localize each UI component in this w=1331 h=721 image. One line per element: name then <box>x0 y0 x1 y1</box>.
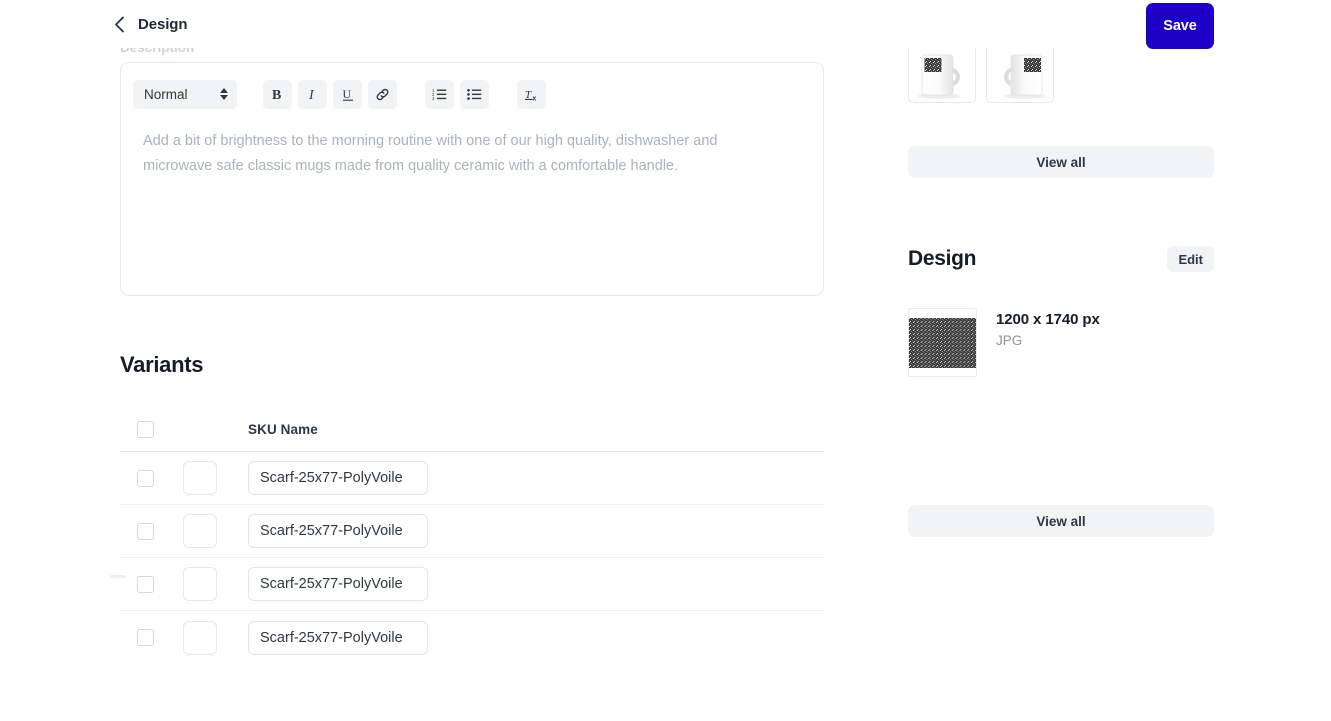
page-title: Design <box>138 15 188 33</box>
select-all-cell <box>120 421 183 438</box>
save-button[interactable]: Save <box>1146 3 1214 49</box>
design-file-item[interactable]: 1200 x 1740 px JPG <box>908 308 1100 377</box>
mockup-thumbnail-strip <box>908 41 1054 103</box>
svg-text:I: I <box>308 88 315 102</box>
bold-icon[interactable]: B <box>263 79 292 109</box>
chevron-updown-icon <box>220 88 228 100</box>
text-style-select-value: Normal <box>144 86 188 102</box>
design-file-thumbnail[interactable] <box>908 308 977 377</box>
table-row[interactable] <box>120 452 824 505</box>
description-editor-card: Normal B I U 1 2 3 T x Add a bit of brig… <box>120 62 824 296</box>
design-edit-button[interactable]: Edit <box>1167 246 1214 272</box>
italic-icon[interactable]: I <box>298 79 327 109</box>
variants-heading: Variants <box>120 352 204 377</box>
design-file-dimensions: 1200 x 1740 px <box>996 311 1100 328</box>
design-view-all-button[interactable]: View all <box>908 505 1214 537</box>
table-header-row: SKU Name <box>120 408 824 452</box>
sku-name-input[interactable] <box>248 514 428 548</box>
row-thumbnail-cell <box>183 567 239 601</box>
sku-name-input[interactable] <box>248 620 428 655</box>
sku-header-cell: SKU Name <box>239 422 824 437</box>
design-file-meta: 1200 x 1740 px JPG <box>996 308 1100 348</box>
row-thumbnail-cell <box>183 461 239 495</box>
svg-text:3: 3 <box>432 96 435 101</box>
row-sku-cell <box>239 620 824 655</box>
table-row[interactable] <box>120 505 824 558</box>
design-file-format: JPG <box>996 333 1023 348</box>
ordered-list-icon[interactable]: 1 2 3 <box>425 79 454 109</box>
design-section-header: Design Edit <box>908 246 1214 272</box>
clear-formatting-icon[interactable]: T x <box>517 79 546 109</box>
row-select-cell <box>120 629 183 646</box>
svg-text:U: U <box>342 87 351 101</box>
row-select-cell <box>120 575 183 593</box>
row-sku-cell <box>239 567 824 601</box>
variant-thumbnail-placeholder[interactable] <box>183 567 217 601</box>
bullet-list-icon[interactable] <box>460 79 489 109</box>
row-drag-handle-indicator <box>110 575 126 578</box>
link-icon[interactable] <box>368 79 397 109</box>
variant-thumbnail-placeholder[interactable] <box>183 620 217 655</box>
row-checkbox[interactable] <box>137 629 154 646</box>
mockups-view-all-button[interactable]: View all <box>908 146 1214 178</box>
select-all-checkbox[interactable] <box>137 421 154 438</box>
row-sku-cell <box>239 461 824 495</box>
variant-thumbnail-placeholder[interactable] <box>183 514 217 548</box>
underline-icon[interactable]: U <box>333 79 362 109</box>
top-header-bar: Design Save <box>0 0 1331 49</box>
svg-text:x: x <box>532 95 536 102</box>
row-thumbnail-cell <box>183 620 239 655</box>
chevron-left-icon[interactable] <box>110 15 128 33</box>
table-row[interactable] <box>120 558 824 611</box>
sku-name-input[interactable] <box>248 461 428 495</box>
text-style-select[interactable]: Normal <box>133 79 237 109</box>
row-thumbnail-cell <box>183 514 239 548</box>
row-checkbox[interactable] <box>137 469 154 487</box>
rich-text-toolbar: Normal B I U 1 2 3 T x <box>121 63 823 113</box>
row-select-cell <box>120 469 183 487</box>
table-row[interactable] <box>120 611 824 664</box>
row-select-cell <box>120 522 183 540</box>
row-sku-cell <box>239 514 824 548</box>
description-placeholder-text[interactable]: Add a bit of brightness to the morning r… <box>121 113 811 179</box>
mug-mockup-handle-left[interactable] <box>986 41 1054 103</box>
row-checkbox[interactable] <box>137 575 154 593</box>
design-section-title: Design <box>908 247 977 270</box>
mug-mockup-handle-right[interactable] <box>908 41 976 103</box>
sku-name-input[interactable] <box>248 567 428 601</box>
variant-thumbnail-placeholder[interactable] <box>183 461 217 495</box>
variants-table: SKU Name <box>120 408 824 664</box>
design-page: Design Save Description Normal B <box>0 0 1331 721</box>
row-checkbox[interactable] <box>137 522 154 540</box>
column-header-sku-name: SKU Name <box>248 422 318 437</box>
svg-text:B: B <box>272 88 281 102</box>
